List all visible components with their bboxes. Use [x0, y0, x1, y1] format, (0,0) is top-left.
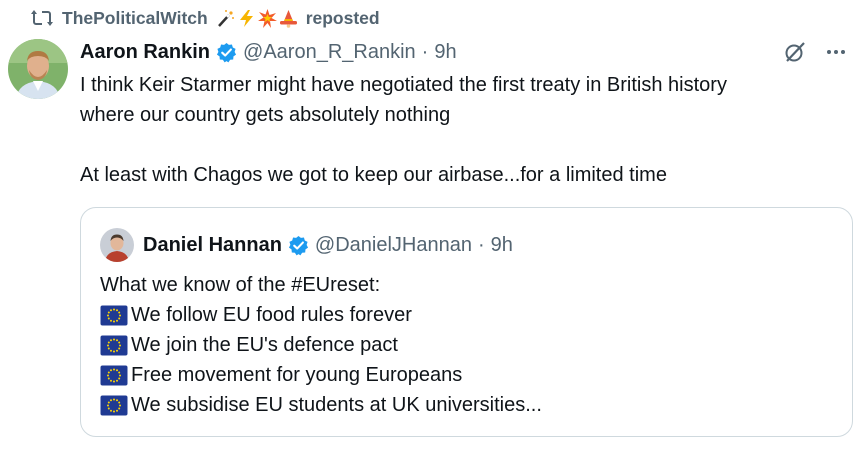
eu-flag-icon: [100, 395, 128, 416]
witch-hat-icon: [279, 9, 298, 28]
list-item: Free movement for young Europeans: [100, 360, 542, 390]
author-handle[interactable]: @Aaron_R_Rankin: [243, 41, 416, 64]
tweet-text-line: where our country gets absolutely nothin…: [80, 104, 451, 126]
repost-indicator: ThePoliticalWitch reposted: [30, 4, 380, 32]
lightning-icon: [237, 9, 256, 28]
quoted-intro: What we know of the #EUreset:: [100, 274, 381, 296]
collision-icon: [257, 8, 277, 28]
quoted-timestamp[interactable]: 9h: [491, 234, 513, 257]
tweet-text: I think Keir Starmer might have negotiat…: [80, 70, 850, 190]
magic-wand-icon: [216, 9, 235, 28]
grok-icon[interactable]: [783, 40, 807, 69]
list-item: We join the EU's defence pact: [100, 330, 542, 360]
list-item-text: We follow EU food rules forever: [131, 304, 412, 326]
author-name[interactable]: Aaron Rankin: [80, 41, 210, 64]
tweet-header: Aaron Rankin @Aaron_R_Rankin · 9h: [80, 36, 457, 68]
reposter-name[interactable]: ThePoliticalWitch: [62, 8, 208, 29]
tweet-text-line: I think Keir Starmer might have negotiat…: [80, 74, 727, 96]
quoted-header-separator: ·: [477, 233, 485, 256]
quoted-tweet-text: What we know of the #EUreset: We follow …: [100, 270, 542, 420]
eu-flag-icon: [100, 305, 128, 326]
list-item-text: We subsidise EU students at UK universit…: [131, 394, 542, 416]
quoted-tweet-header: Daniel Hannan @DanielJHannan · 9h: [143, 228, 513, 262]
list-item: We subsidise EU students at UK universit…: [100, 390, 542, 420]
verified-badge-icon: [288, 235, 309, 256]
quoted-intro-line: What we know of the #EUreset:: [100, 270, 542, 300]
quoted-author-name[interactable]: Daniel Hannan: [143, 234, 282, 257]
repost-icon: [30, 7, 54, 29]
quoted-tweet-card[interactable]: Daniel Hannan @DanielJHannan · 9h What w…: [80, 207, 853, 437]
header-separator: ·: [421, 40, 429, 63]
list-item: We follow EU food rules forever: [100, 300, 542, 330]
reposter-emojis: [216, 8, 298, 28]
quoted-avatar[interactable]: [100, 228, 134, 262]
quoted-author-handle[interactable]: @DanielJHannan: [315, 234, 472, 257]
verified-badge-icon: [216, 42, 237, 63]
repost-suffix: reposted: [305, 7, 380, 28]
tweet-actions: [783, 40, 847, 69]
eu-flag-icon: [100, 365, 128, 386]
list-item-text: We join the EU's defence pact: [131, 334, 398, 356]
tweet-text-line: At least with Chagos we got to keep our …: [80, 164, 667, 186]
more-options-icon[interactable]: [825, 41, 847, 68]
tweet-timestamp[interactable]: 9h: [434, 41, 456, 64]
avatar[interactable]: [8, 39, 68, 99]
list-item-text: Free movement for young Europeans: [131, 364, 463, 386]
eu-flag-icon: [100, 335, 128, 356]
